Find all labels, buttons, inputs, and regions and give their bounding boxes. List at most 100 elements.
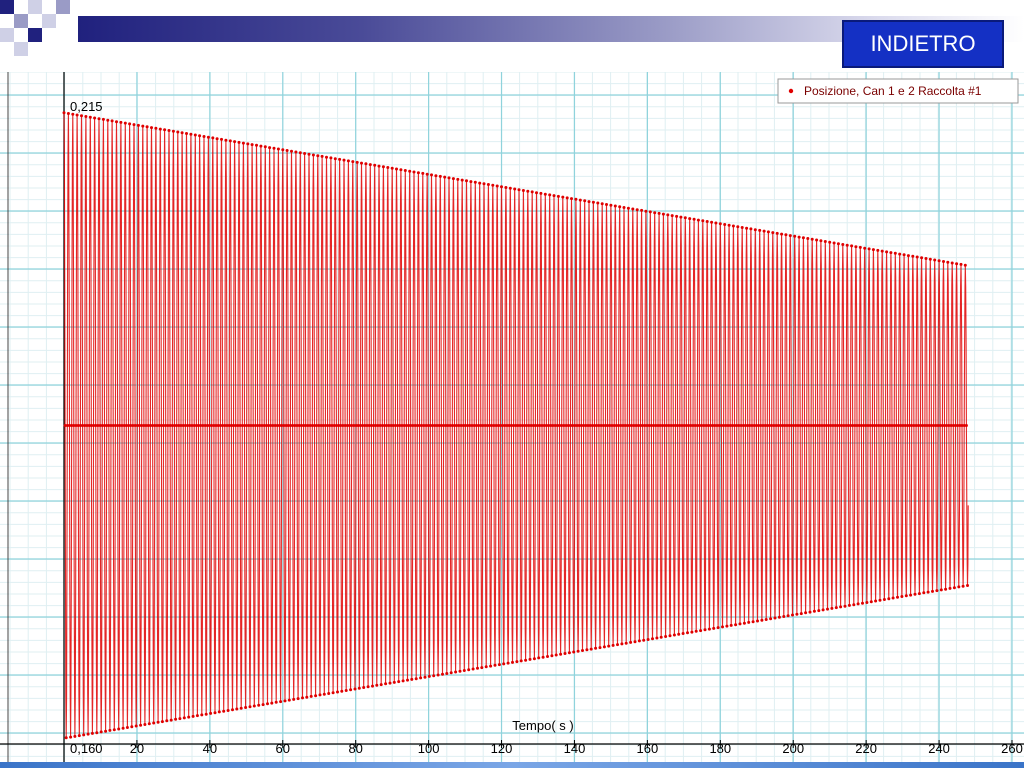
- data-point: [570, 197, 573, 201]
- data-point: [224, 138, 228, 142]
- data-point: [578, 198, 582, 202]
- data-point: [143, 723, 147, 726]
- data-point: [602, 645, 606, 649]
- data-point: [353, 687, 357, 691]
- data-point: [519, 659, 523, 663]
- data-point: [486, 183, 490, 186]
- data-point: [473, 180, 477, 184]
- data-point: [261, 703, 265, 707]
- data-point: [791, 613, 794, 617]
- data-point: [349, 688, 353, 692]
- data-point: [926, 590, 930, 594]
- data-point: [106, 118, 110, 122]
- data-point: [924, 257, 928, 260]
- data-point: [939, 588, 943, 592]
- data-point: [375, 683, 379, 687]
- data-point: [158, 127, 162, 131]
- footer-line: [0, 762, 1024, 768]
- data-point: [766, 230, 770, 234]
- position-time-chart: 20 40 60 80 100 120 140 160 180 200 220 240 260 0,160…: [0, 71, 1024, 762]
- data-point: [751, 620, 755, 624]
- data-point: [246, 142, 250, 146]
- back-button[interactable]: INDIETRO: [842, 20, 1004, 68]
- data-point: [727, 223, 731, 227]
- data-point: [307, 152, 311, 156]
- data-point: [377, 164, 381, 168]
- data-point: [865, 601, 869, 604]
- data-point: [567, 651, 571, 655]
- x-tick-label: 140: [564, 741, 586, 756]
- data-point: [852, 603, 856, 607]
- data-point: [502, 662, 506, 666]
- data-point: [878, 598, 882, 602]
- data-point: [810, 237, 814, 241]
- data-point: [263, 145, 267, 149]
- data-point: [112, 728, 116, 732]
- data-point: [366, 685, 370, 689]
- data-point: [797, 235, 801, 239]
- data-point: [594, 646, 598, 650]
- data-point: [257, 703, 261, 707]
- data-point: [360, 161, 363, 165]
- data-point: [211, 136, 215, 140]
- data-point: [902, 253, 906, 257]
- data-point: [583, 199, 587, 203]
- data-point: [309, 694, 313, 698]
- data-point: [600, 202, 604, 206]
- data-point: [406, 678, 409, 682]
- data-point: [449, 671, 453, 675]
- data-point: [244, 706, 248, 709]
- data-point: [911, 254, 915, 258]
- data-point: [239, 706, 243, 710]
- data-point: [311, 153, 315, 157]
- data-point: [338, 157, 342, 161]
- data-point: [830, 606, 834, 610]
- data-point: [871, 248, 875, 252]
- data-point: [511, 660, 514, 664]
- data-point: [893, 251, 897, 255]
- data-point: [736, 225, 740, 229]
- data-point: [769, 617, 773, 621]
- data-point: [764, 618, 768, 621]
- data-point: [152, 721, 156, 725]
- data-point: [913, 592, 917, 596]
- data-point: [556, 194, 560, 198]
- data-point: [526, 189, 530, 193]
- data-point: [478, 181, 482, 185]
- data-point: [863, 246, 867, 250]
- data-point: [546, 655, 549, 658]
- data-point: [644, 209, 648, 213]
- data-point: [904, 594, 908, 598]
- data-point: [290, 149, 293, 153]
- data-point: [371, 684, 374, 688]
- data-point: [696, 218, 700, 222]
- data-point: [447, 176, 451, 180]
- data-point: [521, 189, 525, 192]
- data-point: [285, 149, 289, 152]
- x-tick-label: 260: [1001, 741, 1023, 756]
- data-point: [740, 226, 744, 229]
- data-point: [655, 636, 659, 640]
- data-point: [808, 610, 812, 614]
- data-point: [491, 183, 495, 187]
- data-point: [642, 638, 646, 642]
- data-point: [322, 692, 326, 696]
- data-point: [154, 126, 158, 130]
- data-point: [683, 216, 687, 220]
- x-tick-label: 240: [928, 741, 950, 756]
- data-point: [134, 724, 138, 728]
- x-tick-label: 200: [782, 741, 804, 756]
- data-point: [506, 661, 510, 665]
- data-point: [351, 160, 355, 164]
- data-point: [357, 686, 361, 690]
- data-point: [292, 697, 296, 701]
- data-point: [646, 638, 650, 641]
- data-point: [581, 649, 584, 652]
- data-point: [672, 633, 676, 637]
- data-point: [270, 701, 274, 705]
- data-point: [795, 612, 799, 616]
- data-point: [771, 231, 775, 235]
- data-point: [274, 700, 278, 704]
- data-point: [150, 126, 153, 130]
- logo-squares: [0, 0, 80, 62]
